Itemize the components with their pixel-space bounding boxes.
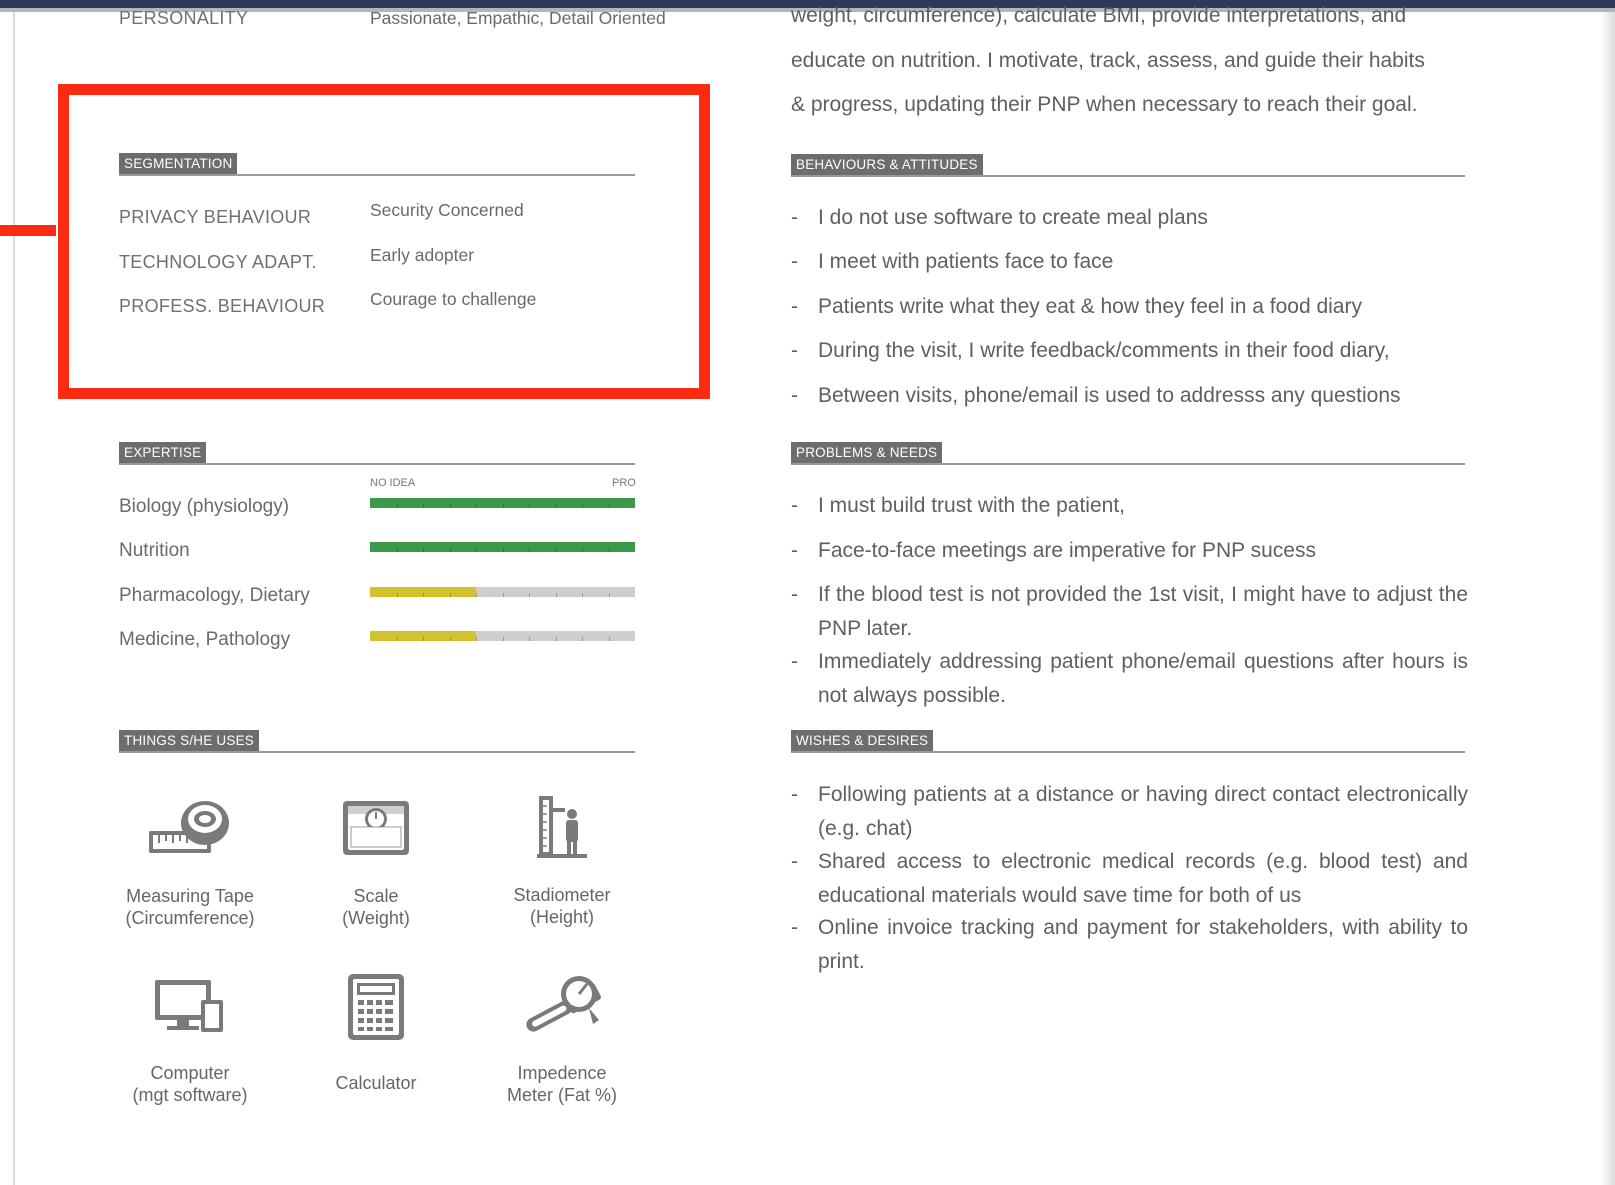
tool-label: Impedence Meter (Fat %) — [506, 1063, 617, 1105]
expertise-bar-tick — [609, 637, 610, 641]
expertise-bar-tick — [503, 504, 504, 508]
scale-min-label: NO IDEA — [370, 477, 416, 489]
behaviours-header: BEHAVIOURS & ATTITUDES — [791, 154, 1465, 177]
things-used-title: THINGS S/HE USES — [119, 730, 259, 752]
expertise-bar-tick — [476, 548, 477, 552]
expertise-bar-tick — [529, 637, 530, 641]
personality-label: PERSONALITY — [119, 8, 249, 28]
highlight-box — [58, 84, 710, 399]
tool-label: Calculator — [335, 1073, 417, 1093]
things-used-header: THINGS S/HE USES — [119, 730, 635, 753]
intro-line: & progress, updating their PNP when nece… — [791, 93, 1418, 116]
expertise-label: Pharmacology, Dietary — [119, 585, 310, 606]
expertise-bar-tick — [450, 548, 451, 552]
measuring-tape-icon — [149, 801, 229, 853]
expertise-bar-tick — [556, 593, 557, 597]
impedence-meter-icon — [526, 976, 602, 1032]
expertise-bar-tick — [423, 504, 424, 508]
wishes-title: WISHES & DESIRES — [791, 730, 934, 752]
expertise-bar-tick — [423, 637, 424, 641]
expertise-bar-tick — [476, 637, 477, 641]
expertise-bar-tick — [450, 637, 451, 641]
intro-line: educate on nutrition. I motivate, track,… — [791, 49, 1425, 72]
expertise-bar-tick — [556, 504, 557, 508]
tool-stadiometer: Stadiometer (Height) — [462, 794, 662, 928]
expertise-bar — [370, 631, 635, 641]
expertise-bar-tick — [423, 593, 424, 597]
tool-calculator: Calculator — [276, 972, 476, 1094]
expertise-bar-tick — [529, 548, 530, 552]
expertise-label: Biology (physiology) — [119, 496, 290, 517]
expertise-bar-tick — [476, 593, 477, 597]
scale-icon — [343, 801, 409, 855]
problems-header: PROBLEMS & NEEDS — [791, 442, 1465, 465]
problems-title: PROBLEMS & NEEDS — [791, 442, 943, 464]
section-divider — [791, 175, 1465, 177]
section-divider — [791, 463, 1465, 465]
expertise-title: EXPERTISE — [119, 442, 207, 464]
expertise-bar-tick — [476, 504, 477, 508]
page-right-shadow — [1600, 12, 1615, 1185]
expertise-bar — [370, 542, 635, 552]
tool-label: Scale (Weight) — [342, 886, 410, 928]
behaviours-title: BEHAVIOURS & ATTITUDES — [791, 154, 983, 176]
expertise-bar-tick — [503, 637, 504, 641]
expertise-bar-tick — [450, 593, 451, 597]
expertise-bar-tick — [397, 637, 398, 641]
expertise-bar-tick — [609, 548, 610, 552]
expertise-bar-tick — [556, 548, 557, 552]
expertise-bar-tick — [397, 593, 398, 597]
expertise-label: Medicine, Pathology — [119, 629, 291, 650]
tool-computer: Computer (mgt software) — [90, 976, 290, 1106]
expertise-bar-tick — [582, 637, 583, 641]
expertise-bar-tick — [609, 504, 610, 508]
wishes-header: WISHES & DESIRES — [791, 730, 1465, 753]
expertise-bar — [370, 587, 635, 597]
expertise-bar — [370, 498, 635, 508]
expertise-bar-tick — [503, 593, 504, 597]
expertise-bar-tick — [556, 637, 557, 641]
scale-max-label: PRO — [612, 477, 636, 489]
tool-impedence-meter: Impedence Meter (Fat %) — [462, 972, 662, 1106]
expertise-bar-tick — [397, 504, 398, 508]
intro-line: weight, circumference), calculate BMI, p… — [791, 4, 1407, 27]
expertise-bar-tick — [582, 548, 583, 552]
personality-value: Passionate, Empathic, Detail Oriented — [370, 8, 666, 28]
expertise-bar-tick — [450, 504, 451, 508]
section-divider — [791, 751, 1465, 753]
tool-label: Computer (mgt software) — [132, 1063, 248, 1105]
expertise-bar-tick — [423, 548, 424, 552]
page-left-edge — [13, 12, 15, 1185]
expertise-bar-tick — [529, 593, 530, 597]
expertise-bar-tick — [582, 504, 583, 508]
stadiometer-icon — [537, 796, 587, 858]
highlight-connector-line — [0, 225, 56, 236]
section-divider — [119, 463, 635, 465]
computer-icon — [155, 980, 223, 1032]
tool-measuring-tape: Measuring Tape (Circumference) — [90, 795, 290, 929]
calculator-icon — [348, 974, 404, 1040]
expertise-bar-tick — [503, 548, 504, 552]
section-divider — [119, 751, 635, 753]
expertise-bar-tick — [582, 593, 583, 597]
expertise-bar-tick — [609, 593, 610, 597]
expertise-bar-tick — [397, 548, 398, 552]
tool-label: Stadiometer (Height) — [513, 885, 611, 927]
expertise-label: Nutrition — [119, 540, 190, 561]
expertise-header: EXPERTISE — [119, 442, 635, 465]
tool-scale: Scale (Weight) — [276, 797, 476, 929]
expertise-bar-tick — [529, 504, 530, 508]
tool-label: Measuring Tape (Circumference) — [125, 886, 255, 928]
